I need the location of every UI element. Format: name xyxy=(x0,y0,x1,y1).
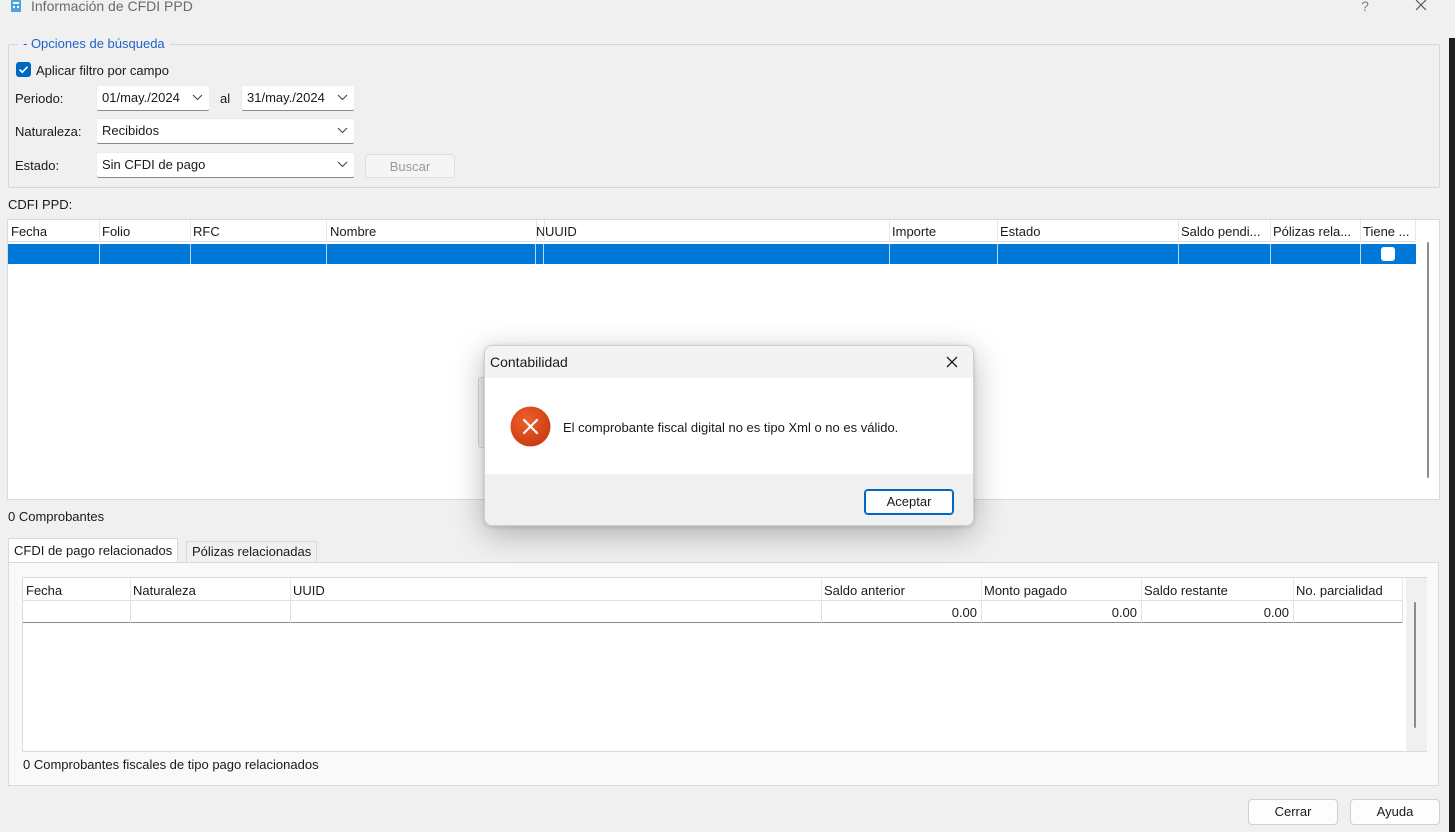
prow-saldo-anterior: 0.00 xyxy=(821,601,982,623)
selected-row[interactable] xyxy=(8,244,1416,264)
col-tiene[interactable]: Tiene ... xyxy=(1360,220,1416,242)
row-separator xyxy=(1178,244,1179,264)
payments-scroll-track xyxy=(1406,578,1427,751)
period-to-date[interactable]: 31/may./2024 xyxy=(241,85,355,111)
row-separator xyxy=(997,244,998,264)
state-value: Sin CFDI de pago xyxy=(102,157,206,172)
pcol-uuid[interactable]: UUID xyxy=(290,578,822,601)
row-separator xyxy=(190,244,191,264)
filter-checkbox[interactable] xyxy=(16,62,31,77)
state-select[interactable]: Sin CFDI de pago xyxy=(96,152,355,178)
window-edge xyxy=(1449,38,1455,832)
prow-no-parcialidad xyxy=(1293,601,1403,623)
prow-fecha xyxy=(23,601,131,623)
col-fecha[interactable]: Fecha xyxy=(8,220,100,242)
help-footer-button[interactable]: Ayuda xyxy=(1350,799,1440,825)
cfdi-count: 0 Comprobantes xyxy=(8,509,105,524)
col-rfc[interactable]: RFC xyxy=(190,220,327,242)
row-separator xyxy=(326,244,327,264)
state-label: Estado: xyxy=(15,158,60,173)
payments-row[interactable]: 0.00 0.00 0.00 xyxy=(23,601,1403,623)
pcol-fecha[interactable]: Fecha xyxy=(23,578,131,601)
prow-saldo-restante: 0.00 xyxy=(1141,601,1294,623)
payments-grid-header: Fecha Naturaleza UUID Saldo anterior Mon… xyxy=(23,578,1403,601)
pcol-naturaleza[interactable]: Naturaleza xyxy=(130,578,291,601)
prow-monto-pagado: 0.00 xyxy=(981,601,1142,623)
close-button[interactable]: Cerrar xyxy=(1248,799,1338,825)
error-dialog: Contabilidad El comprobante fiscal digit… xyxy=(484,345,974,526)
help-button[interactable]: ? xyxy=(1356,0,1374,15)
col-folio[interactable]: Folio xyxy=(99,220,191,242)
payments-count: 0 Comprobantes fiscales de tipo pago rel… xyxy=(23,757,319,772)
col-nombre[interactable]: Nombre xyxy=(327,220,537,242)
row-separator xyxy=(99,244,100,264)
error-icon xyxy=(510,406,551,447)
prow-naturaleza xyxy=(130,601,291,623)
dialog-close-button[interactable] xyxy=(941,351,963,373)
close-icon xyxy=(946,356,958,368)
window-title: Información de CFDI PPD xyxy=(31,0,193,14)
pcol-saldo-restante[interactable]: Saldo restante xyxy=(1141,578,1294,601)
window-title-bar: Información de CFDI PPD ? xyxy=(0,0,1455,14)
chevron-down-icon xyxy=(337,127,348,134)
col-importe[interactable]: Importe xyxy=(889,220,998,242)
chevron-down-icon xyxy=(337,161,348,168)
col-uuid[interactable]: UUID xyxy=(543,220,890,242)
pcol-monto-pagado[interactable]: Monto pagado xyxy=(981,578,1142,601)
dialog-message: El comprobante fiscal digital no es tipo… xyxy=(563,420,899,435)
prow-uuid xyxy=(290,601,822,623)
row-separator xyxy=(889,244,890,264)
chevron-down-icon xyxy=(337,94,348,101)
period-separator: al xyxy=(220,91,231,106)
col-polizas-relacionadas[interactable]: Pólizas rela... xyxy=(1270,220,1361,242)
period-from-value: 01/may./2024 xyxy=(102,90,180,105)
chevron-down-icon xyxy=(192,94,203,101)
col-saldo-pendiente[interactable]: Saldo pendi... xyxy=(1178,220,1271,242)
ok-button[interactable]: Aceptar xyxy=(864,489,954,515)
window-close-button[interactable] xyxy=(1411,0,1431,17)
tab-cfdi-pago[interactable]: CFDI de pago relacionados xyxy=(8,538,179,563)
tiene-checkbox[interactable] xyxy=(1381,247,1395,261)
pcol-no-parcialidad[interactable]: No. parcialidad xyxy=(1293,578,1403,601)
payments-grid-scrollbar[interactable] xyxy=(1414,602,1416,728)
nature-select[interactable]: Recibidos xyxy=(96,118,355,144)
pcol-saldo-anterior[interactable]: Saldo anterior xyxy=(821,578,982,601)
search-options-legend: - Opciones de búsqueda xyxy=(18,36,170,52)
cfdi-grid-scrollbar[interactable] xyxy=(1427,242,1429,478)
period-to-value: 31/may./2024 xyxy=(247,90,325,105)
col-estado[interactable]: Estado xyxy=(997,220,1179,242)
cfdi-grid-label: CDFI PPD: xyxy=(8,197,73,212)
cfdi-grid-header: Fecha Folio RFC Nombre N UUID Importe Es… xyxy=(8,220,1416,242)
app-icon xyxy=(9,0,23,12)
period-from-date[interactable]: 01/may./2024 xyxy=(96,85,210,111)
check-icon xyxy=(18,66,29,74)
row-separator xyxy=(543,244,544,264)
nature-value: Recibidos xyxy=(102,123,160,138)
nature-label: Naturaleza: xyxy=(15,124,82,139)
row-separator xyxy=(1360,244,1361,264)
dialog-title: Contabilidad xyxy=(490,354,568,370)
row-separator xyxy=(1270,244,1271,264)
search-button[interactable]: Buscar xyxy=(365,154,455,178)
payments-grid[interactable]: Fecha Naturaleza UUID Saldo anterior Mon… xyxy=(22,577,1427,752)
row-separator xyxy=(535,244,536,264)
period-label: Periodo: xyxy=(15,91,64,106)
filter-checkbox-label: Aplicar filtro por campo xyxy=(36,63,169,78)
tab-polizas[interactable]: Pólizas relacionadas xyxy=(186,541,318,563)
close-icon xyxy=(1415,0,1427,11)
